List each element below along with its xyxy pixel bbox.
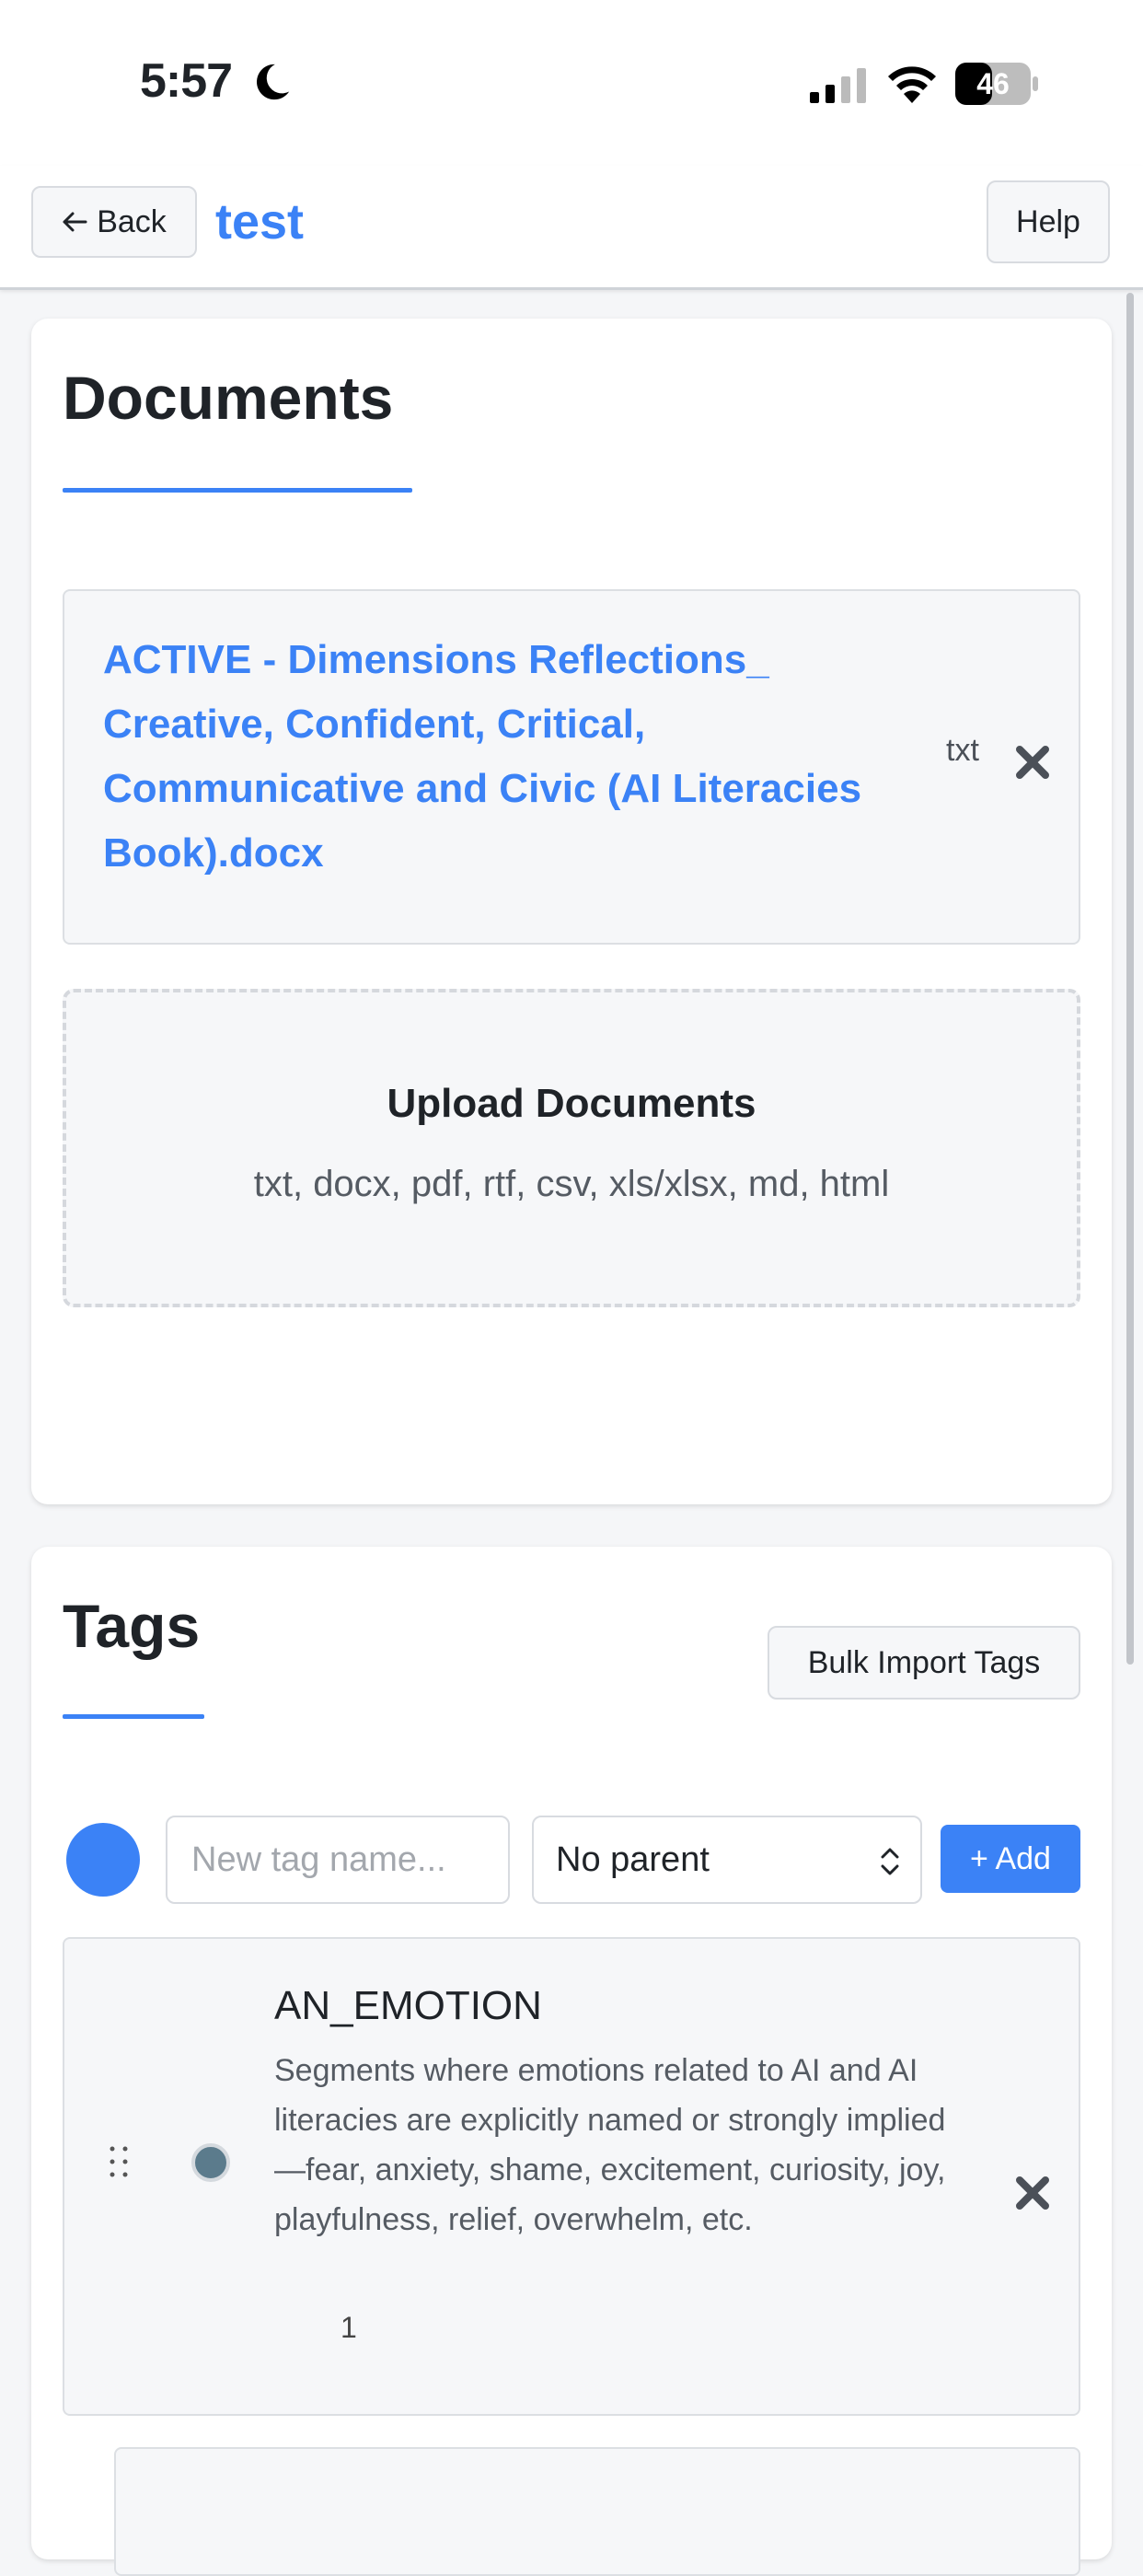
- bulk-import-tags-button[interactable]: Bulk Import Tags: [768, 1626, 1080, 1700]
- scrollbar[interactable]: [1126, 293, 1134, 1665]
- remove-tag-icon[interactable]: [1014, 2175, 1051, 2211]
- documents-section: Documents ACTIVE - Dimensions Reflection…: [31, 319, 1112, 1504]
- document-name-link[interactable]: ACTIVE - Dimensions Reflections_ Creativ…: [103, 628, 895, 886]
- back-label: Back: [97, 203, 167, 239]
- document-type-badge: txt: [946, 733, 979, 768]
- top-header: Back test Help: [0, 166, 1143, 290]
- remove-document-icon[interactable]: [1014, 744, 1051, 781]
- tag-item-partial: [114, 2447, 1080, 2576]
- arrow-left-icon: [63, 212, 87, 232]
- tag-description: Segments where emotions related to AI an…: [274, 2053, 946, 2237]
- tags-title-underline: [63, 1714, 204, 1719]
- page-title: test: [215, 194, 305, 249]
- documents-title: Documents: [63, 364, 394, 432]
- upload-dropzone[interactable]: Upload Documents txt, docx, pdf, rtf, cs…: [63, 989, 1080, 1307]
- help-button[interactable]: Help: [987, 180, 1110, 263]
- upload-formats: txt, docx, pdf, rtf, csv, xls/xlsx, md, …: [253, 1164, 890, 1204]
- battery-level: 46: [976, 67, 1010, 100]
- tag-segment-count: 1: [341, 2311, 357, 2344]
- back-button[interactable]: Back: [31, 186, 197, 258]
- new-tag-color-picker[interactable]: [66, 1823, 140, 1897]
- documents-title-underline: [63, 488, 412, 493]
- status-bar: 5:57 46: [0, 0, 1143, 166]
- document-item: ACTIVE - Dimensions Reflections_ Creativ…: [63, 589, 1080, 945]
- tag-name[interactable]: AN_EMOTION: [274, 1983, 542, 2029]
- moon-icon: [257, 64, 290, 100]
- wifi-icon: [888, 66, 936, 103]
- new-tag-name-input[interactable]: [166, 1816, 510, 1904]
- tags-title: Tags: [63, 1592, 201, 1660]
- parent-select-value: No parent: [556, 1839, 710, 1879]
- upload-title: Upload Documents: [387, 1081, 756, 1126]
- tag-color-dot[interactable]: [191, 2143, 230, 2182]
- drag-handle-icon[interactable]: [105, 2143, 133, 2180]
- status-time: 5:57: [140, 54, 233, 108]
- cellular-signal-icon: [810, 68, 866, 103]
- chevron-up-down-icon: [881, 1848, 899, 1875]
- add-tag-button[interactable]: + Add: [941, 1825, 1080, 1893]
- tags-section: Tags Bulk Import Tags No parent + Add AN…: [31, 1547, 1112, 2576]
- parent-tag-select[interactable]: No parent: [532, 1816, 922, 1904]
- tag-item: AN_EMOTION Segments where emotions relat…: [63, 1937, 1080, 2416]
